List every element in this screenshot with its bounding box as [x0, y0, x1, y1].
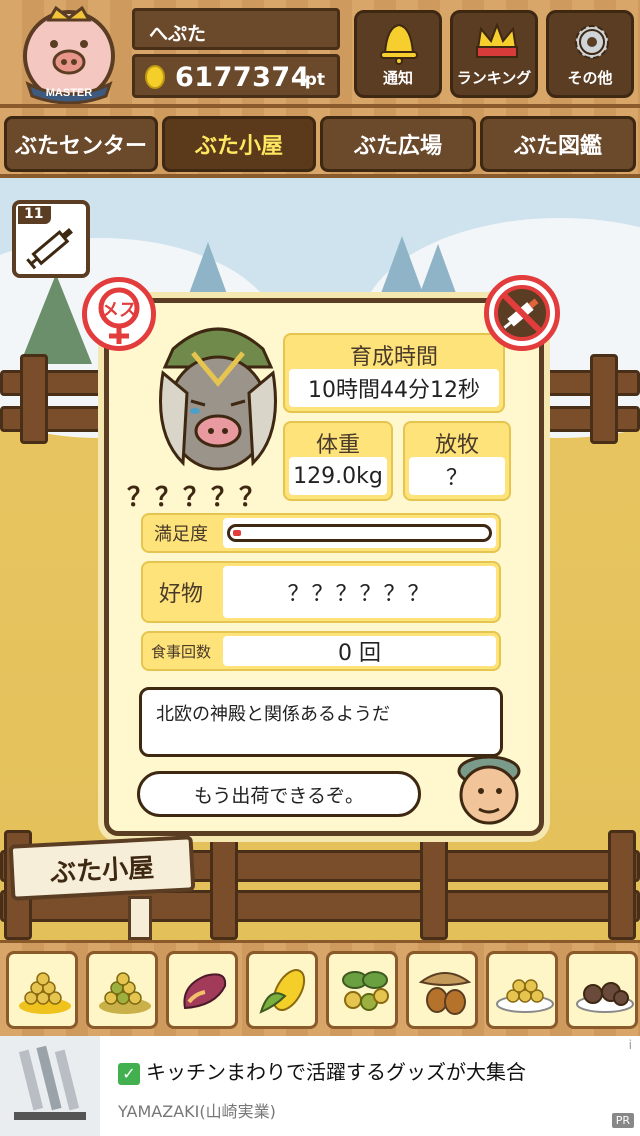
weight-value: 129.0kg: [289, 457, 387, 495]
vegetables-icon: [342, 971, 389, 1011]
satisfaction-fill: [233, 530, 241, 536]
pig-portrait[interactable]: [143, 313, 293, 483]
tree: [416, 244, 460, 304]
description-bubble: 北欧の神殿と関係あるようだ: [139, 687, 503, 757]
ad-title-text: キッチンまわりで活躍するグッズが大集合: [146, 1060, 526, 1084]
buta-koya-sign: ぶた小屋: [8, 835, 196, 901]
food-bar: [0, 940, 640, 1036]
ranking-label: ランキング: [456, 69, 532, 87]
favorite-row: 好物 ？？？？？？: [141, 561, 501, 623]
tab-buta-hiroba[interactable]: ぶた広場: [320, 116, 476, 172]
gear-icon: [575, 25, 609, 59]
injection-item-button[interactable]: 11: [12, 200, 90, 278]
satisfaction-meter: [227, 524, 492, 542]
fence-post: [210, 830, 238, 940]
top-header: MASTER へぷた 6177374 pt 通知 ランキング その他: [0, 0, 640, 108]
check-icon: ✓: [118, 1062, 140, 1085]
food-slot-corn[interactable]: [246, 951, 318, 1029]
meal-count-value: 0 回: [223, 636, 496, 666]
ad-info-icon[interactable]: i: [629, 1038, 632, 1052]
favorite-label: 好物: [158, 582, 203, 607]
food-slot-meatball[interactable]: [566, 951, 638, 1029]
fence-post: [608, 830, 636, 940]
description-text: 北欧の神殿と関係あるようだ: [156, 704, 390, 725]
other-button[interactable]: その他: [546, 10, 634, 98]
food-slot-vegetables[interactable]: [326, 951, 398, 1029]
ad-title[interactable]: ✓ キッチンまわりで活躍するグッズが大集合: [118, 1056, 526, 1085]
raise-time-box: 育成時間 10時間44分12秒: [283, 333, 505, 413]
farmer-speech-bubble: もう出荷できるぞ。: [137, 771, 421, 817]
ad-pr-badge: PR: [611, 1113, 634, 1128]
crown-icon: [475, 22, 519, 58]
acorn-icon: [418, 972, 472, 1015]
weight-box: 体重 129.0kg: [283, 421, 393, 501]
food-slot-mixed-grain[interactable]: [86, 951, 158, 1029]
tab-buta-zukan[interactable]: ぶた図鑑: [480, 116, 636, 172]
pine-tree: [20, 274, 92, 364]
points-unit: pt: [304, 70, 325, 90]
grazing-label: 放牧: [434, 433, 479, 458]
user-name-box: へぷた: [132, 8, 340, 50]
master-badge-text: MASTER: [46, 87, 93, 99]
gender-label: メス: [101, 300, 137, 321]
meal-count-row: 食事回数 0 回: [141, 631, 501, 671]
pig-status-card: ？？？？？ 育成時間 10時間44分12秒 体重 129.0kg 放牧 ？ 満足…: [104, 298, 544, 836]
favorite-value: ？？？？？？: [223, 566, 496, 618]
grain-icon: [19, 972, 71, 1014]
corn-icon: [259, 969, 306, 1014]
satisfaction-label: 満足度: [154, 524, 208, 545]
food-slot-sweet-potato[interactable]: [166, 951, 238, 1029]
ad-banner[interactable]: ✓ キッチンまわりで活躍するグッズが大集合 YAMAZAKI(山崎実業) i PR: [0, 1036, 640, 1136]
coin-icon: [145, 65, 165, 89]
food-slot-acorn[interactable]: [406, 951, 478, 1029]
weight-label: 体重: [315, 433, 360, 458]
main-tab-bar: ぶたセンター ぶた小屋 ぶた広場 ぶた図鑑: [0, 108, 640, 178]
raise-time-value: 10時間44分12秒: [289, 369, 499, 407]
user-name: へぷた: [149, 23, 207, 45]
ad-product-image[interactable]: [0, 1036, 100, 1136]
grazing-value: ？: [409, 457, 505, 495]
syringe-icon: [26, 228, 73, 270]
raise-time-label: 育成時間: [349, 345, 438, 370]
fence-post: [590, 354, 618, 444]
notification-label: 通知: [382, 69, 413, 87]
food-slot-rice-bowl[interactable]: [486, 951, 558, 1029]
sweet-potato-icon: [183, 973, 227, 1010]
tab-buta-center[interactable]: ぶたセンター: [4, 116, 158, 172]
ad-sponsor: YAMAZAKI(山崎実業): [118, 1102, 276, 1121]
food-slot-grain[interactable]: [6, 951, 78, 1029]
other-label: その他: [567, 69, 613, 87]
points-box: 6177374 pt: [132, 54, 340, 98]
pig-pen-scene: 11 ？？？？？ 育成時間 10時間44分12秒 体重 129.0kg 放牧 ？…: [0, 178, 640, 940]
points-value: 6177374: [175, 62, 311, 93]
meatball-icon: [576, 982, 634, 1013]
no-syringe-icon: [494, 285, 550, 341]
notification-button[interactable]: 通知: [354, 10, 442, 98]
satisfaction-meter-bg: [223, 518, 496, 548]
sign-post: [128, 896, 152, 940]
pig-name: ？？？？？: [127, 483, 268, 513]
master-pig-avatar[interactable]: MASTER: [14, 5, 124, 105]
grain-mixed-icon: [99, 972, 151, 1014]
female-badge: メス: [82, 277, 156, 351]
grazing-box: 放牧 ？: [403, 421, 511, 501]
tree: [186, 242, 230, 302]
bell-icon: [380, 23, 418, 65]
fence-post: [420, 830, 448, 940]
farmer-avatar: [457, 755, 521, 825]
tab-buta-koya[interactable]: ぶた小屋: [162, 116, 316, 172]
fence-post: [20, 354, 48, 444]
no-injection-badge[interactable]: [484, 275, 560, 351]
meal-count-label: 食事回数: [150, 642, 211, 661]
ranking-button[interactable]: ランキング: [450, 10, 538, 98]
rice-bowl-icon: [496, 979, 554, 1013]
satisfaction-row: 満足度: [141, 513, 501, 553]
